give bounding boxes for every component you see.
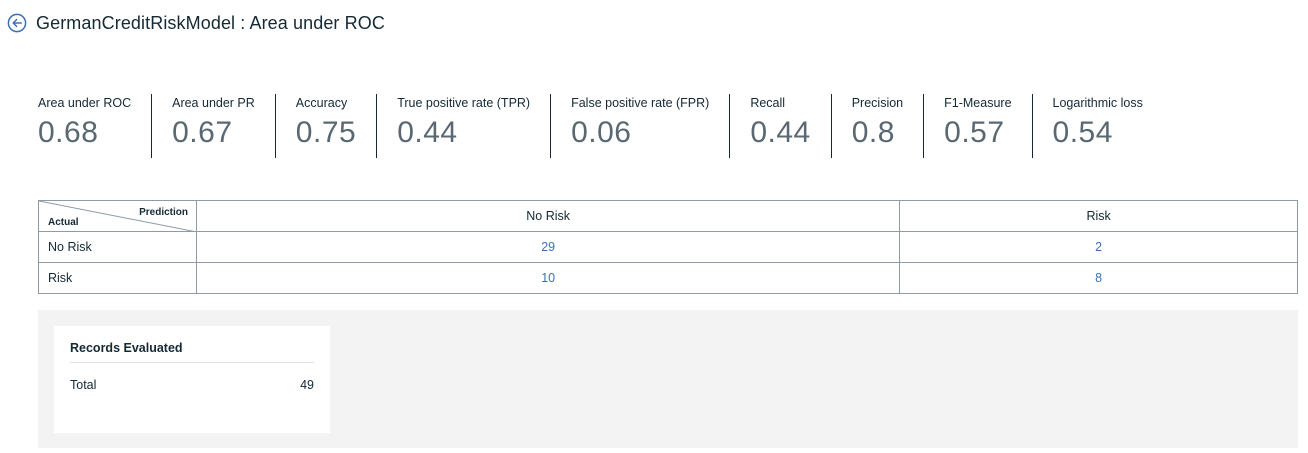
metric-label: False positive rate (FPR) — [571, 96, 710, 110]
records-total-value: 49 — [300, 378, 314, 392]
metric-value: 0.75 — [295, 116, 357, 149]
matrix-cell[interactable]: 8 — [899, 262, 1298, 294]
metric-label: True positive rate (TPR) — [397, 96, 531, 110]
matrix-cell[interactable]: 29 — [195, 231, 901, 263]
metric-value: 0.54 — [1052, 116, 1113, 149]
metric-recall: Recall 0.44 — [729, 94, 830, 158]
metric-label: Area under PR — [172, 96, 255, 110]
metrics-bar: Area under ROC 0.68 Area under PR 0.67 A… — [38, 94, 1163, 158]
metric-label: Precision — [851, 96, 904, 110]
page-title: GermanCreditRiskModel : Area under ROC — [36, 12, 385, 33]
metric-value: 0.44 — [750, 116, 811, 149]
metric-f1-measure: F1-Measure 0.57 — [923, 94, 1031, 158]
matrix-cell[interactable]: 10 — [195, 262, 901, 294]
metric-label: Recall — [750, 96, 786, 110]
metric-value: 0.06 — [571, 116, 632, 149]
actual-axis-label: Actual — [48, 217, 79, 228]
matrix-cell[interactable]: 2 — [899, 231, 1298, 263]
page: GermanCreditRiskModel : Area under ROC A… — [0, 0, 1308, 453]
matrix-corner-cell: Prediction Actual — [38, 200, 197, 232]
metric-value: 0.8 — [851, 116, 895, 149]
metric-label: Area under ROC — [38, 96, 132, 110]
metric-area-under-pr: Area under PR 0.67 — [151, 94, 275, 158]
confusion-matrix: Prediction Actual No Risk Risk No Risk 2… — [38, 200, 1298, 294]
metric-label: Accuracy — [295, 96, 348, 110]
header: GermanCreditRiskModel : Area under ROC — [7, 9, 385, 37]
back-button[interactable] — [7, 13, 27, 33]
arrow-left-circle-icon — [7, 13, 27, 33]
matrix-header-row: Prediction Actual No Risk Risk — [38, 200, 1298, 232]
metric-value: 0.44 — [397, 116, 458, 149]
metric-accuracy: Accuracy 0.75 — [274, 94, 376, 158]
metric-label: Logarithmic loss — [1052, 96, 1143, 110]
records-total-row: Total 49 — [70, 378, 314, 392]
metric-label: F1-Measure — [944, 96, 1012, 110]
records-total-label: Total — [70, 378, 97, 392]
prediction-axis-label: Prediction — [139, 207, 188, 218]
metric-tpr: True positive rate (TPR) 0.44 — [376, 94, 550, 158]
metric-value: 0.67 — [172, 116, 233, 149]
metric-value: 0.57 — [944, 116, 1005, 149]
row-header-risk: Risk — [38, 262, 197, 294]
records-panel: Records Evaluated Total 49 — [38, 310, 1298, 448]
table-row: No Risk 29 2 — [38, 231, 1298, 263]
metric-area-under-roc: Area under ROC 0.68 — [38, 94, 151, 158]
metric-log-loss: Logarithmic loss 0.54 — [1031, 94, 1163, 158]
row-header-no-risk: No Risk — [38, 231, 197, 263]
records-card: Records Evaluated Total 49 — [54, 326, 330, 433]
records-title: Records Evaluated — [70, 341, 314, 363]
column-header-no-risk: No Risk — [195, 200, 901, 232]
metric-value: 0.68 — [38, 116, 99, 149]
metric-fpr: False positive rate (FPR) 0.06 — [550, 94, 729, 158]
metric-precision: Precision 0.8 — [830, 94, 923, 158]
table-row: Risk 10 8 — [38, 262, 1298, 294]
column-header-risk: Risk — [899, 200, 1298, 232]
